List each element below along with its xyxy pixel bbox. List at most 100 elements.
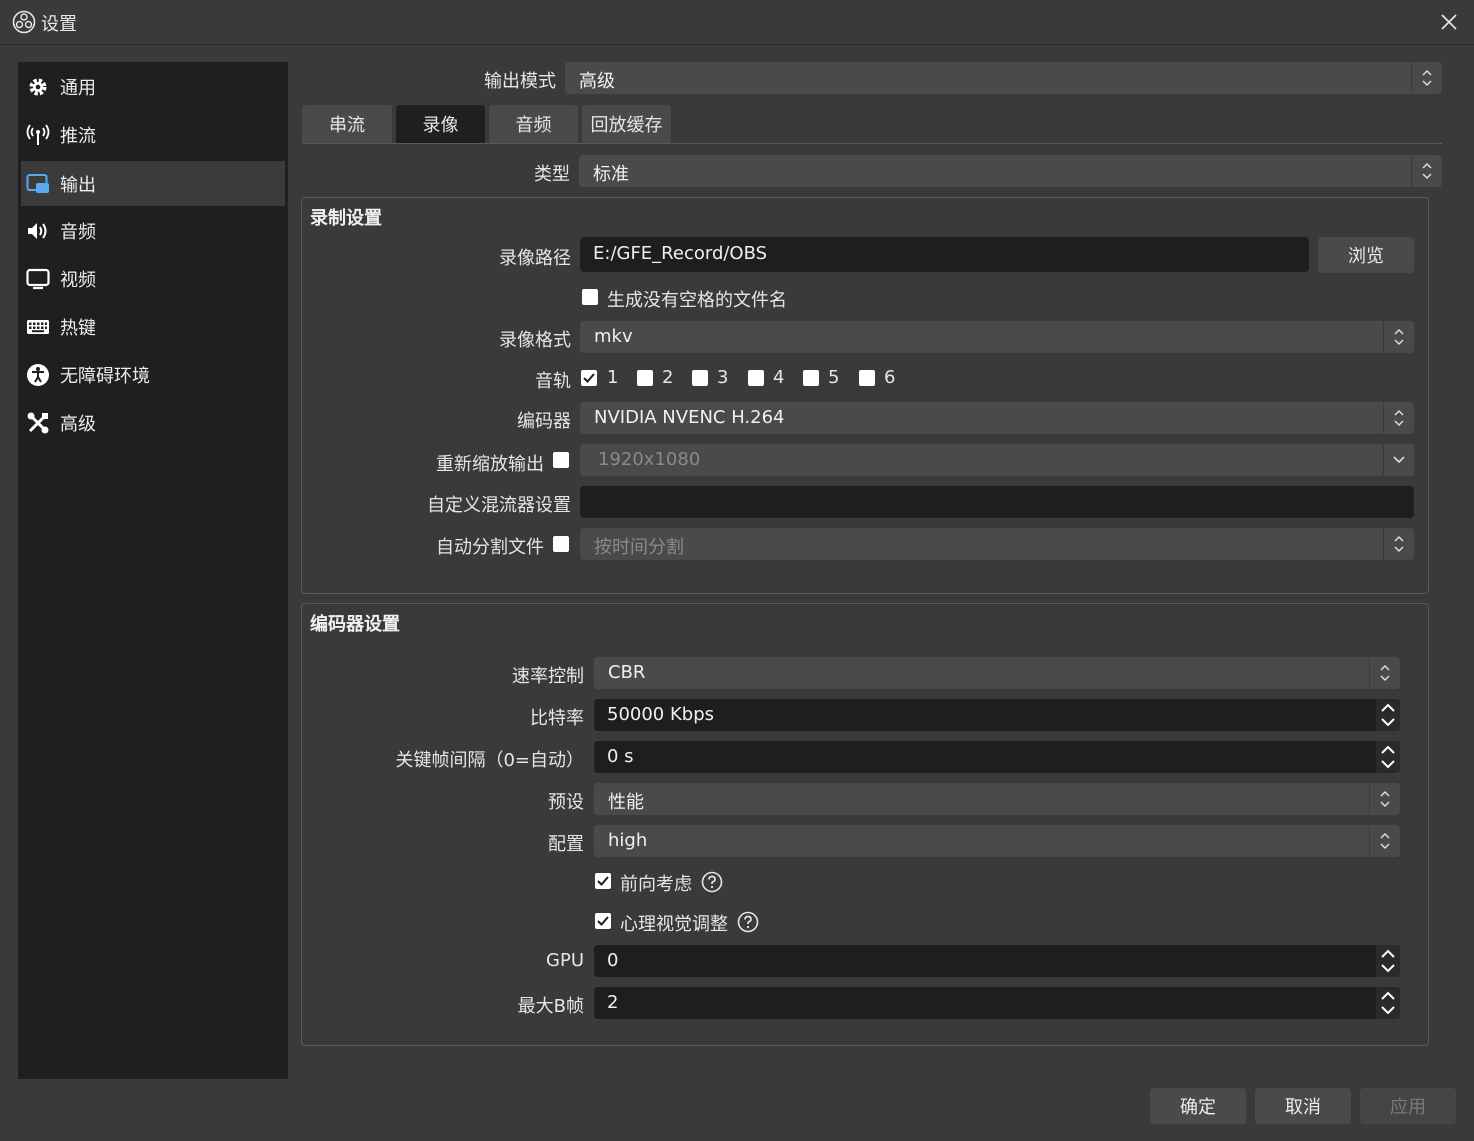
checkmark-icon <box>597 876 609 886</box>
keyframe-interval-input[interactable]: 0 s <box>594 741 1400 773</box>
tab-stream[interactable]: 串流 <box>302 105 392 143</box>
rescale-resolution-select[interactable]: 1920x1080 <box>580 444 1414 476</box>
track-2-checkbox[interactable] <box>637 370 653 386</box>
spin-arrows-icon <box>1381 949 1395 973</box>
sidebar-item-accessibility[interactable]: 无障碍环境 <box>21 352 285 397</box>
updown-chevron-icon <box>1383 321 1414 353</box>
bitrate-input[interactable]: 50000 Kbps <box>594 699 1400 731</box>
track-6-label: 6 <box>884 367 896 388</box>
rescale-output-label: 重新缩放输出 <box>436 454 544 475</box>
encoder-select[interactable]: NVIDIA NVENC H.264 <box>580 402 1414 434</box>
profile-value: high <box>608 830 648 851</box>
keyframe-interval-label: 关键帧间隔（0=自动） <box>395 750 584 771</box>
lookahead-label: 前向考虑 <box>620 874 692 895</box>
preset-label: 预设 <box>548 792 584 813</box>
gpu-value: 0 <box>607 950 619 971</box>
sidebar-item-general[interactable]: 通用 <box>21 64 285 109</box>
profile-select[interactable]: high <box>594 825 1400 857</box>
chevron-down-icon <box>1383 444 1414 476</box>
help-icon[interactable] <box>737 911 759 933</box>
bitrate-label: 比特率 <box>530 708 584 729</box>
auto-split-checkbox[interactable] <box>553 536 569 552</box>
sidebar-item-audio[interactable]: 音频 <box>21 208 285 253</box>
output-mode-select[interactable]: 高级 <box>565 62 1442 94</box>
track-3-label: 3 <box>717 367 729 388</box>
checkmark-icon <box>583 373 595 383</box>
track-6-checkbox[interactable] <box>859 370 875 386</box>
close-icon <box>1441 14 1457 30</box>
max-bframes-label: 最大B帧 <box>517 996 584 1017</box>
close-button[interactable] <box>1432 6 1466 38</box>
rate-control-label: 速率控制 <box>512 666 584 687</box>
checkmark-icon <box>597 916 609 926</box>
sidebar-item-video[interactable]: 视频 <box>21 256 285 301</box>
spin-buttons[interactable] <box>1376 945 1400 977</box>
browse-button[interactable]: 浏览 <box>1318 237 1414 273</box>
no-space-filename-label: 生成没有空格的文件名 <box>607 290 787 311</box>
track-4-label: 4 <box>773 367 785 388</box>
recording-format-select[interactable]: mkv <box>580 321 1414 353</box>
recording-path-label: 录像路径 <box>499 248 571 269</box>
bitrate-value: 50000 Kbps <box>607 704 715 725</box>
rescale-output-checkbox[interactable] <box>553 452 569 468</box>
track-5-label: 5 <box>828 367 840 388</box>
updown-chevron-icon <box>1383 402 1414 434</box>
rate-control-select[interactable]: CBR <box>594 657 1400 689</box>
sidebar: 通用 推流 输出 音频 视频 热键 无障碍环境 高级 <box>18 62 288 1079</box>
sidebar-item-output[interactable]: 输出 <box>21 161 285 206</box>
custom-muxer-input[interactable] <box>580 486 1414 518</box>
obs-logo-icon <box>12 10 36 34</box>
tab-recording[interactable]: 录像 <box>396 105 485 143</box>
track-3-checkbox[interactable] <box>692 370 708 386</box>
output-mode-label: 输出模式 <box>484 71 556 92</box>
type-select[interactable]: 标准 <box>579 155 1442 187</box>
track-4-checkbox[interactable] <box>748 370 764 386</box>
apply-button[interactable]: 应用 <box>1360 1088 1456 1124</box>
tab-replay-buffer[interactable]: 回放缓存 <box>582 105 671 143</box>
split-mode-value: 按时间分割 <box>594 537 684 558</box>
updown-chevron-icon <box>1411 62 1442 94</box>
max-bframes-value: 2 <box>607 992 619 1013</box>
spin-buttons[interactable] <box>1376 699 1400 731</box>
sidebar-item-label: 音频 <box>60 221 96 243</box>
track-5-checkbox[interactable] <box>803 370 819 386</box>
sidebar-item-stream[interactable]: 推流 <box>21 112 285 157</box>
sidebar-item-label: 输出 <box>60 174 96 196</box>
cancel-button[interactable]: 取消 <box>1255 1088 1351 1124</box>
sidebar-item-label: 无障碍环境 <box>60 365 150 387</box>
track-1-checkbox[interactable] <box>581 370 597 386</box>
updown-chevron-icon <box>1369 657 1400 689</box>
lookahead-checkbox[interactable] <box>595 873 611 889</box>
recording-format-label: 录像格式 <box>499 330 571 351</box>
sidebar-item-label: 高级 <box>60 413 96 435</box>
psycho-visual-label: 心理视觉调整 <box>620 914 728 935</box>
no-space-filename-checkbox[interactable] <box>582 289 598 305</box>
updown-chevron-icon <box>1369 783 1400 815</box>
preset-value: 性能 <box>608 792 644 813</box>
sidebar-item-hotkeys[interactable]: 热键 <box>21 304 285 349</box>
audio-track-label: 音轨 <box>535 371 571 392</box>
spin-buttons[interactable] <box>1376 741 1400 773</box>
psycho-visual-checkbox[interactable] <box>595 913 611 929</box>
encoder-label: 编码器 <box>517 411 571 432</box>
help-icon[interactable] <box>701 871 723 893</box>
track-1-label: 1 <box>607 367 619 388</box>
split-mode-select[interactable]: 按时间分割 <box>580 528 1414 560</box>
updown-chevron-icon <box>1383 528 1414 560</box>
keyframe-interval-value: 0 s <box>607 746 634 767</box>
updown-chevron-icon <box>1369 825 1400 857</box>
preset-select[interactable]: 性能 <box>594 783 1400 815</box>
max-bframes-input[interactable]: 2 <box>594 987 1400 1019</box>
tab-audio[interactable]: 音频 <box>489 105 578 143</box>
ok-button[interactable]: 确定 <box>1150 1088 1246 1124</box>
gpu-label: GPU <box>546 950 584 971</box>
custom-muxer-label: 自定义混流器设置 <box>427 495 571 516</box>
sidebar-item-advanced[interactable]: 高级 <box>21 400 285 445</box>
track-2-label: 2 <box>662 367 674 388</box>
gpu-input[interactable]: 0 <box>594 945 1400 977</box>
recording-path-input[interactable]: E:/GFE_Record/OBS <box>580 237 1309 272</box>
recording-format-value: mkv <box>594 326 633 347</box>
spin-buttons[interactable] <box>1376 987 1400 1019</box>
title-bar <box>0 0 1474 45</box>
monitor-icon <box>25 266 51 292</box>
